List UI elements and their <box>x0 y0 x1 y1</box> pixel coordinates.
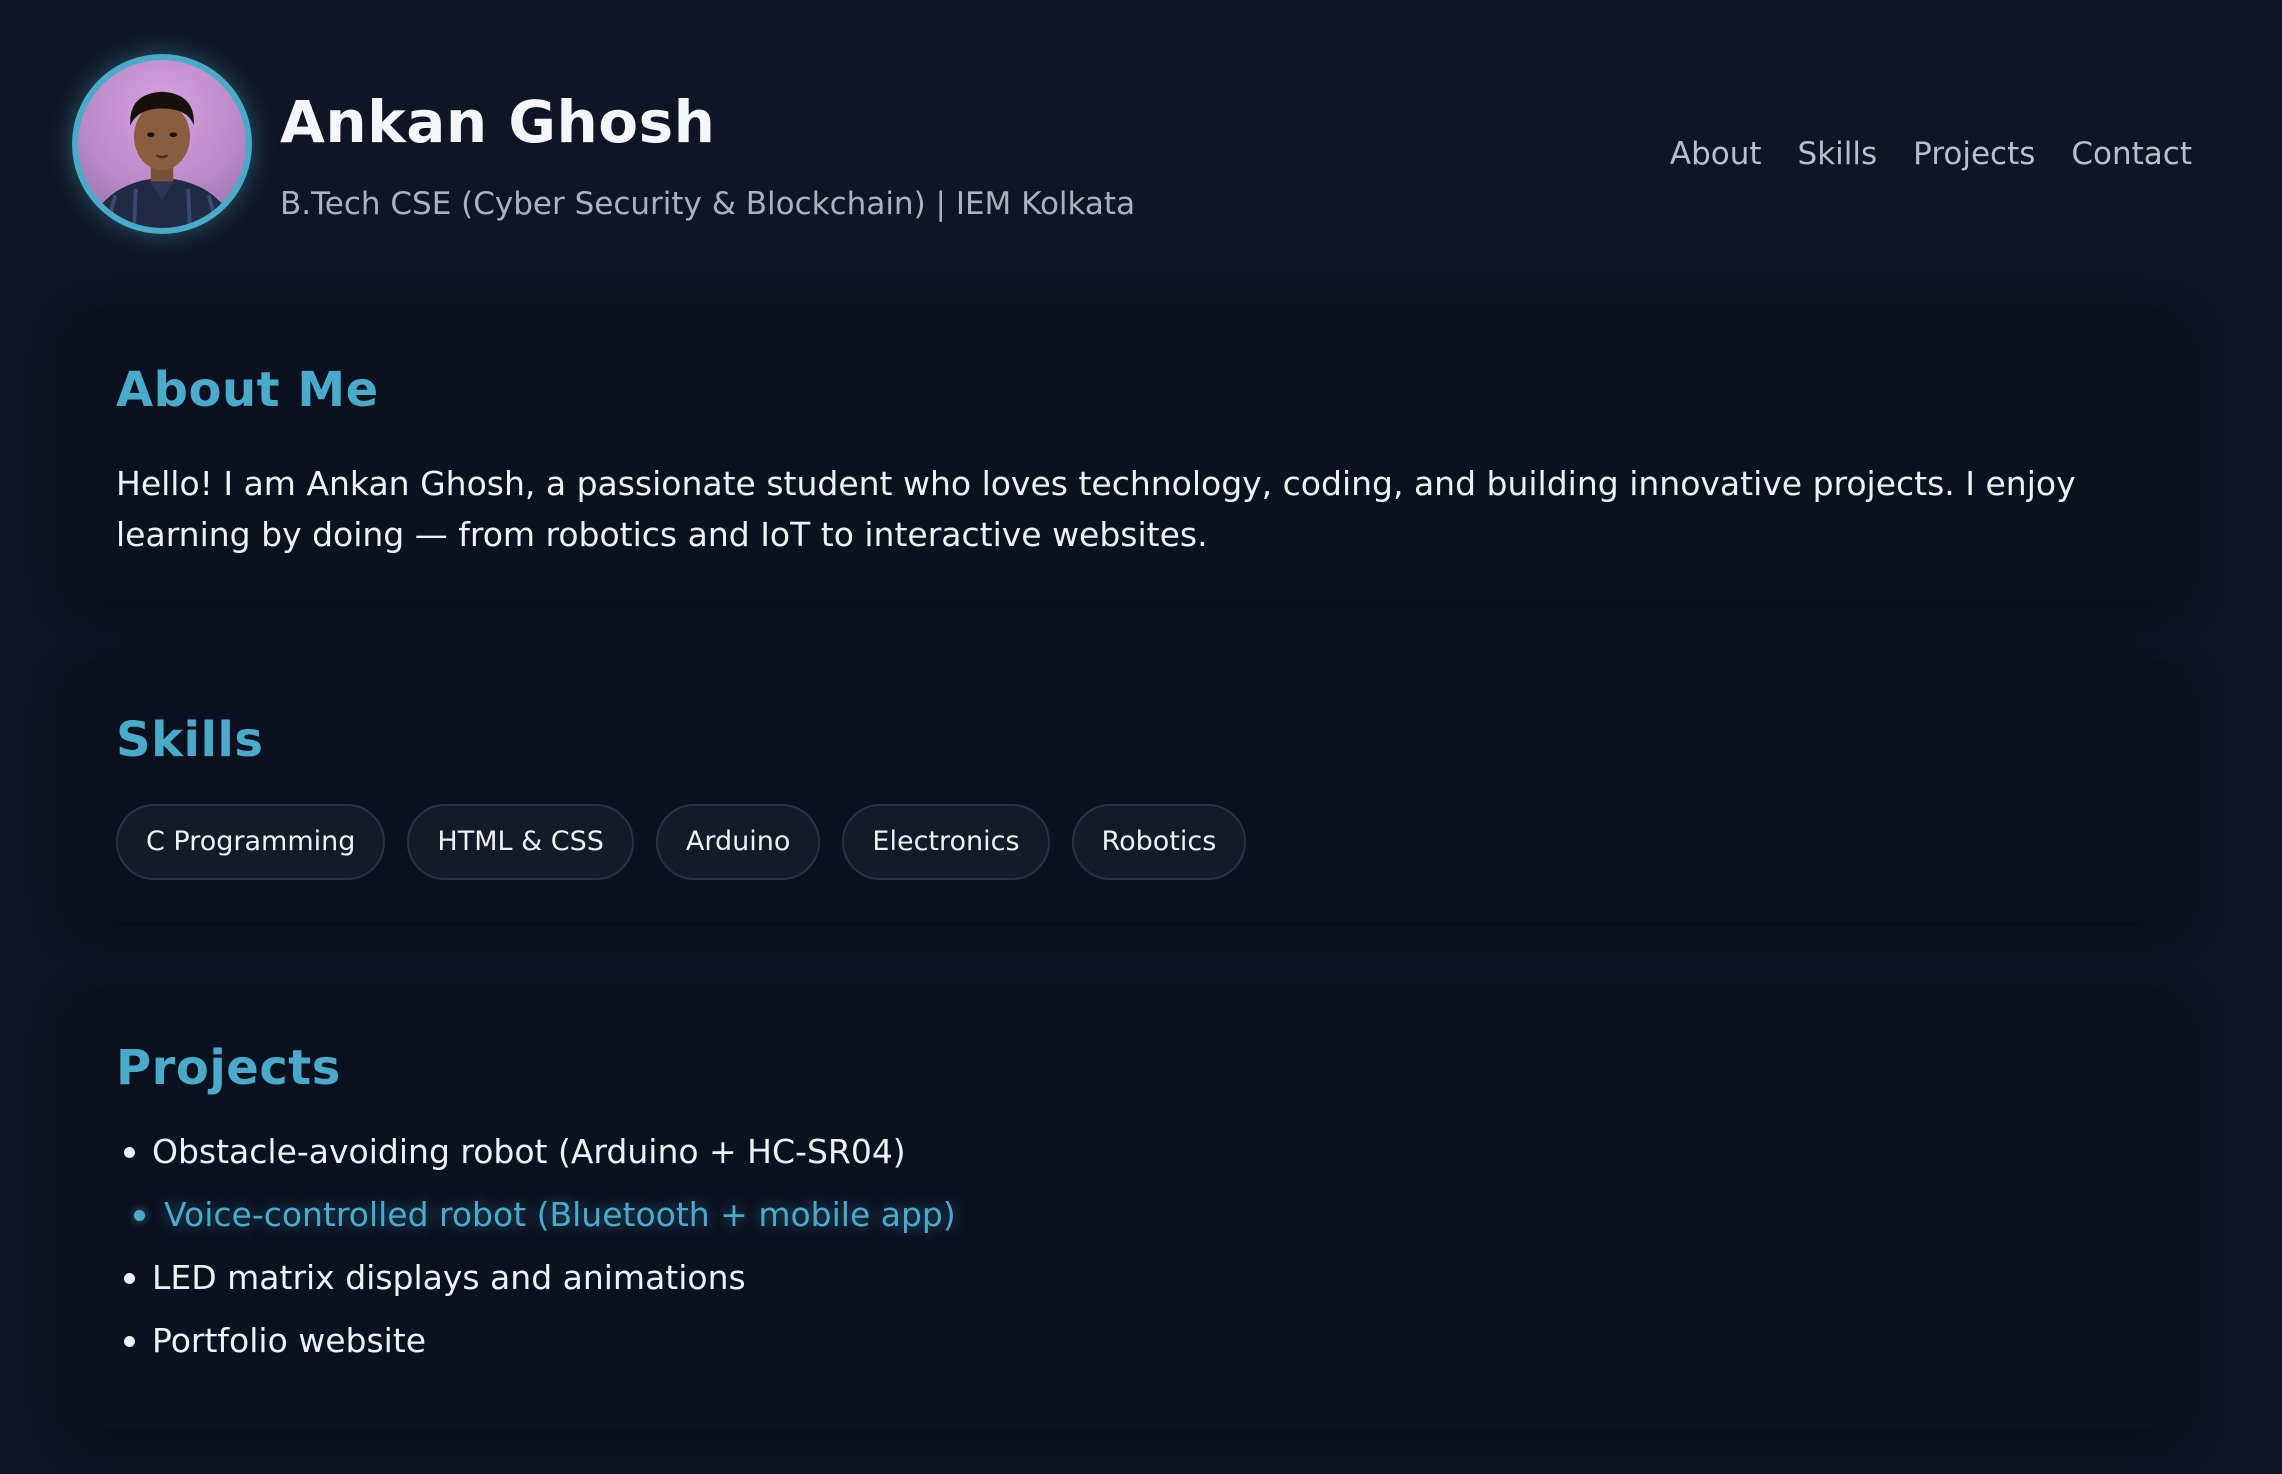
projects-section: Projects Obstacle-avoiding robot (Arduin… <box>72 990 2182 1430</box>
profile-tagline: B.Tech CSE (Cyber Security & Blockchain)… <box>280 186 1136 222</box>
bullet-icon <box>124 1273 135 1284</box>
project-label: Obstacle-avoiding robot (Arduino + HC-SR… <box>152 1132 906 1171</box>
about-section: About Me Hello! I am Ankan Ghosh, a pass… <box>72 310 2182 600</box>
nav-link-about[interactable]: About <box>1670 136 1762 172</box>
nav-link-skills[interactable]: Skills <box>1798 136 1878 172</box>
skill-chip-html-css: HTML & CSS <box>407 804 634 880</box>
about-heading: About Me <box>116 362 379 418</box>
about-text: Hello! I am Ankan Ghosh, a passionate st… <box>116 464 2076 554</box>
project-label: Portfolio website <box>152 1321 427 1360</box>
bullet-icon <box>134 1210 145 1221</box>
profile-photo <box>87 91 237 228</box>
skills-heading: Skills <box>116 712 264 768</box>
site-header: Ankan Ghosh B.Tech CSE (Cyber Security &… <box>0 0 2282 290</box>
avatar <box>72 54 252 234</box>
skills-list: C Programming HTML & CSS Arduino Electro… <box>116 804 1247 880</box>
main-nav: About Skills Projects Contact <box>1670 136 2192 172</box>
project-item[interactable]: LED matrix displays and animations <box>116 1246 956 1309</box>
skills-section: Skills C Programming HTML & CSS Arduino … <box>72 660 2182 922</box>
project-item-highlighted[interactable]: Voice-controlled robot (Bluetooth + mobi… <box>116 1183 956 1246</box>
bullet-icon <box>124 1147 135 1158</box>
skill-chip-c-programming: C Programming <box>116 804 386 880</box>
skill-chip-arduino: Arduino <box>655 804 821 880</box>
nav-link-projects[interactable]: Projects <box>1913 136 2035 172</box>
project-item[interactable]: Obstacle-avoiding robot (Arduino + HC-SR… <box>116 1120 956 1183</box>
bullet-icon <box>124 1336 135 1347</box>
project-label: LED matrix displays and animations <box>152 1258 746 1297</box>
project-item[interactable]: Portfolio website <box>116 1309 956 1372</box>
nav-link-contact[interactable]: Contact <box>2071 136 2192 172</box>
profile-name: Ankan Ghosh <box>280 88 716 156</box>
skill-chip-electronics: Electronics <box>842 804 1050 880</box>
project-label: Voice-controlled robot (Bluetooth + mobi… <box>164 1195 956 1234</box>
projects-heading: Projects <box>116 1040 341 1096</box>
skill-chip-robotics: Robotics <box>1071 804 1247 880</box>
projects-list: Obstacle-avoiding robot (Arduino + HC-SR… <box>116 1120 956 1372</box>
